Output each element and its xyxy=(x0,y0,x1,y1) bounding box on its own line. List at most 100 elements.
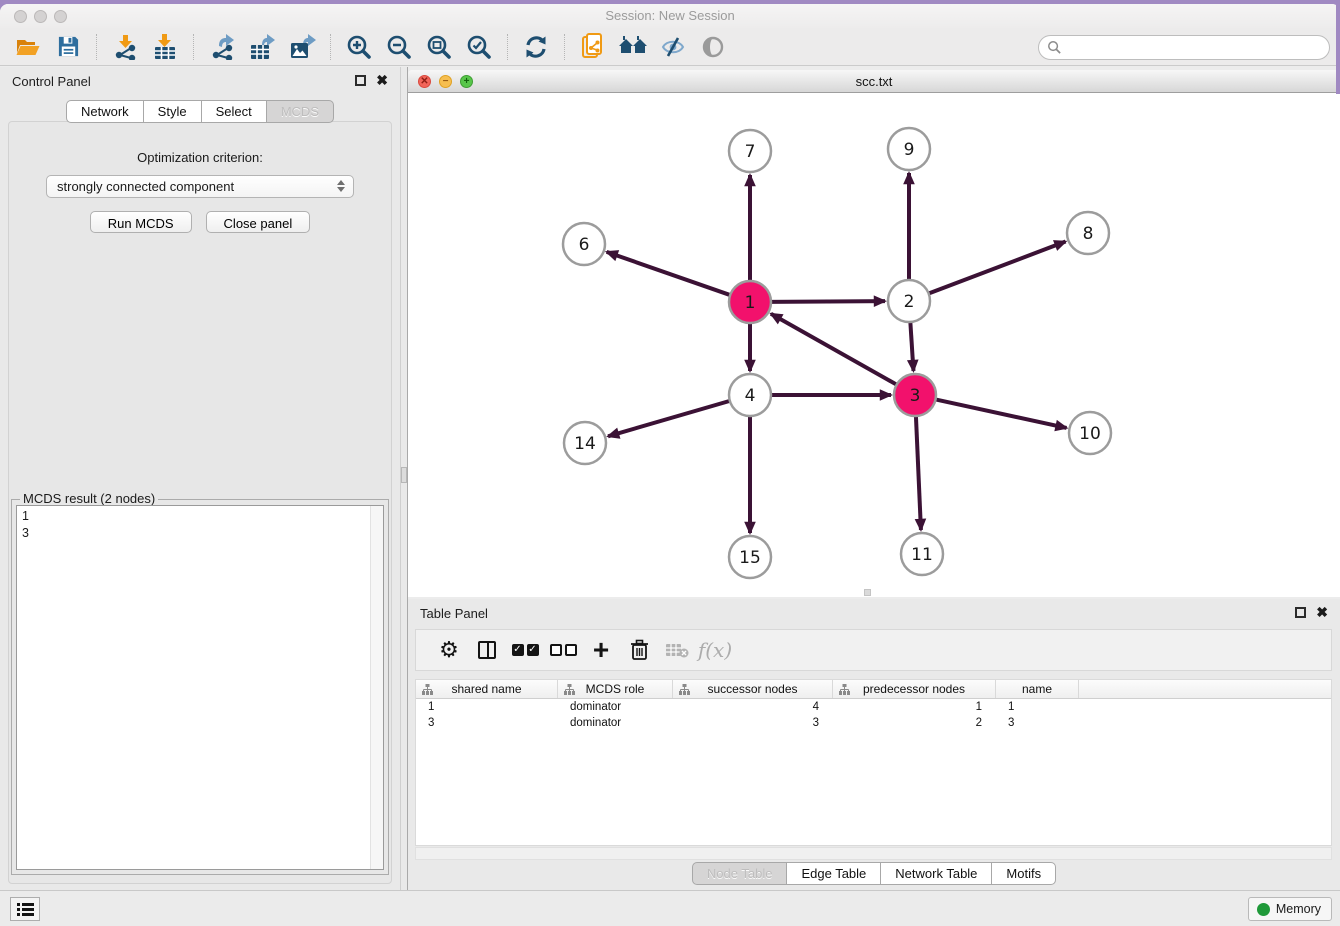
run-mcds-button[interactable]: Run MCDS xyxy=(90,211,192,233)
node-9[interactable]: 9 xyxy=(888,128,930,170)
node-15[interactable]: 15 xyxy=(729,536,771,578)
edge-3-1[interactable] xyxy=(771,314,897,385)
task-history-button[interactable] xyxy=(10,897,40,921)
memory-status-icon xyxy=(1257,903,1270,916)
tab-motifs[interactable]: Motifs xyxy=(991,862,1056,885)
table-cell[interactable]: 1 xyxy=(996,701,1079,713)
divider-grip[interactable] xyxy=(401,467,407,483)
deselect-all-button[interactable] xyxy=(544,644,582,656)
status-bar: Memory xyxy=(0,890,1340,926)
edge-1-6[interactable] xyxy=(607,252,731,295)
node-4[interactable]: 4 xyxy=(729,374,771,416)
node-6[interactable]: 6 xyxy=(563,223,605,265)
tab-network-table[interactable]: Network Table xyxy=(880,862,992,885)
table-cell[interactable]: 4 xyxy=(673,701,833,713)
edge-2-3[interactable] xyxy=(910,322,913,371)
app-window: Session: New Session xyxy=(0,4,1340,926)
edge-3-11[interactable] xyxy=(916,416,921,530)
search-input[interactable] xyxy=(1038,35,1330,60)
select-all-button[interactable]: ✓✓ xyxy=(506,644,544,656)
network-graph[interactable]: 7 9 6 8 1 2 4 3 14 10 15 11 xyxy=(408,93,1340,597)
node-1[interactable]: 1 xyxy=(729,281,771,323)
float-table-panel-icon[interactable] xyxy=(1295,607,1306,618)
table-settings-button[interactable]: ⚙ xyxy=(430,638,468,663)
tab-node-table[interactable]: Node Table xyxy=(692,862,788,885)
table-cell[interactable]: 1 xyxy=(833,701,996,713)
control-panel-header: Control Panel ✖ xyxy=(0,67,400,95)
task-list-icon xyxy=(17,902,34,917)
zoom-out-icon xyxy=(386,34,412,60)
tab-select[interactable]: Select xyxy=(201,100,267,123)
node-11[interactable]: 11 xyxy=(901,533,943,575)
network-canvas[interactable]: 7 9 6 8 1 2 4 3 14 10 15 11 xyxy=(408,93,1340,597)
import-table-icon xyxy=(152,34,178,60)
node-7[interactable]: 7 xyxy=(729,130,771,172)
node-8[interactable]: 8 xyxy=(1067,212,1109,254)
edge-1-2[interactable] xyxy=(771,301,885,302)
home-layout-button[interactable] xyxy=(613,31,653,63)
export-network-button[interactable] xyxy=(202,31,242,63)
table-body: 1dominator4113dominator323 xyxy=(416,699,1331,731)
memory-button[interactable]: Memory xyxy=(1248,897,1332,921)
node-2[interactable]: 2 xyxy=(888,280,930,322)
show-hide-graphics-button[interactable] xyxy=(693,31,733,63)
column-header-successor-nodes[interactable]: successor nodes xyxy=(673,680,833,698)
criterion-dropdown[interactable]: strongly connected component xyxy=(46,175,354,198)
dropdown-arrows-icon xyxy=(337,180,345,192)
export-table-button[interactable] xyxy=(242,31,282,63)
tab-network[interactable]: Network xyxy=(66,100,144,123)
close-panel-icon[interactable]: ✖ xyxy=(376,72,388,89)
table-cell[interactable]: 3 xyxy=(673,717,833,729)
import-table-button[interactable] xyxy=(145,31,185,63)
mcds-result-text[interactable]: 1 3 xyxy=(16,505,384,870)
column-header-name[interactable]: name xyxy=(996,680,1079,698)
zoom-in-button[interactable] xyxy=(339,31,379,63)
refresh-button[interactable] xyxy=(516,31,556,63)
edge-4-14[interactable] xyxy=(608,401,730,436)
float-panel-icon[interactable] xyxy=(355,75,366,86)
table-cell[interactable]: 2 xyxy=(833,717,996,729)
import-network-button[interactable] xyxy=(105,31,145,63)
zoom-fit-button[interactable] xyxy=(419,31,459,63)
table-cell[interactable]: dominator xyxy=(558,701,673,713)
eye-icon xyxy=(700,35,726,59)
window-titlebar: Session: New Session xyxy=(0,4,1340,28)
table-row[interactable]: 1dominator411 xyxy=(416,699,1331,715)
hide-graphics-details-button[interactable] xyxy=(653,31,693,63)
delete-column-button[interactable] xyxy=(620,639,658,661)
show-column-button[interactable] xyxy=(468,641,506,659)
column-header-predecessor-nodes[interactable]: predecessor nodes xyxy=(833,680,996,698)
node-3[interactable]: 3 xyxy=(894,374,936,416)
node-14[interactable]: 14 xyxy=(564,422,606,464)
network-overview-button[interactable] xyxy=(573,31,613,63)
column-header-MCDS-role[interactable]: MCDS role xyxy=(558,680,673,698)
tab-style[interactable]: Style xyxy=(143,100,202,123)
zoom-out-button[interactable] xyxy=(379,31,419,63)
node-label: 14 xyxy=(574,434,596,454)
table-cell[interactable]: dominator xyxy=(558,717,673,729)
table-panel-tabs: Node TableEdge TableNetwork TableMotifs xyxy=(408,862,1340,885)
table-cell[interactable]: 1 xyxy=(416,701,558,713)
add-column-button[interactable]: + xyxy=(582,640,620,660)
tab-edge-table[interactable]: Edge Table xyxy=(786,862,881,885)
close-panel-button[interactable]: Close panel xyxy=(206,211,311,233)
zoom-selected-button[interactable] xyxy=(459,31,499,63)
table-row[interactable]: 3dominator323 xyxy=(416,715,1331,731)
trash-icon xyxy=(630,639,649,661)
close-table-panel-icon[interactable]: ✖ xyxy=(1316,604,1328,621)
table-scrollbar[interactable] xyxy=(415,847,1332,860)
save-floppy-icon xyxy=(57,35,80,58)
panel-divider[interactable] xyxy=(400,67,408,890)
tab-mcds[interactable]: MCDS xyxy=(266,100,334,123)
export-image-button[interactable] xyxy=(282,31,322,63)
edge-3-10[interactable] xyxy=(936,399,1067,427)
node-10[interactable]: 10 xyxy=(1069,412,1111,454)
table-panel: Table Panel ✖ ⚙ ✓✓ + xyxy=(408,599,1340,890)
open-session-button[interactable] xyxy=(8,31,48,63)
edge-2-8[interactable] xyxy=(929,242,1066,294)
save-session-button[interactable] xyxy=(48,31,88,63)
result-scrollbar[interactable] xyxy=(370,506,383,869)
table-cell[interactable]: 3 xyxy=(996,717,1079,729)
table-cell[interactable]: 3 xyxy=(416,717,558,729)
column-header-shared-name[interactable]: shared name xyxy=(416,680,558,698)
